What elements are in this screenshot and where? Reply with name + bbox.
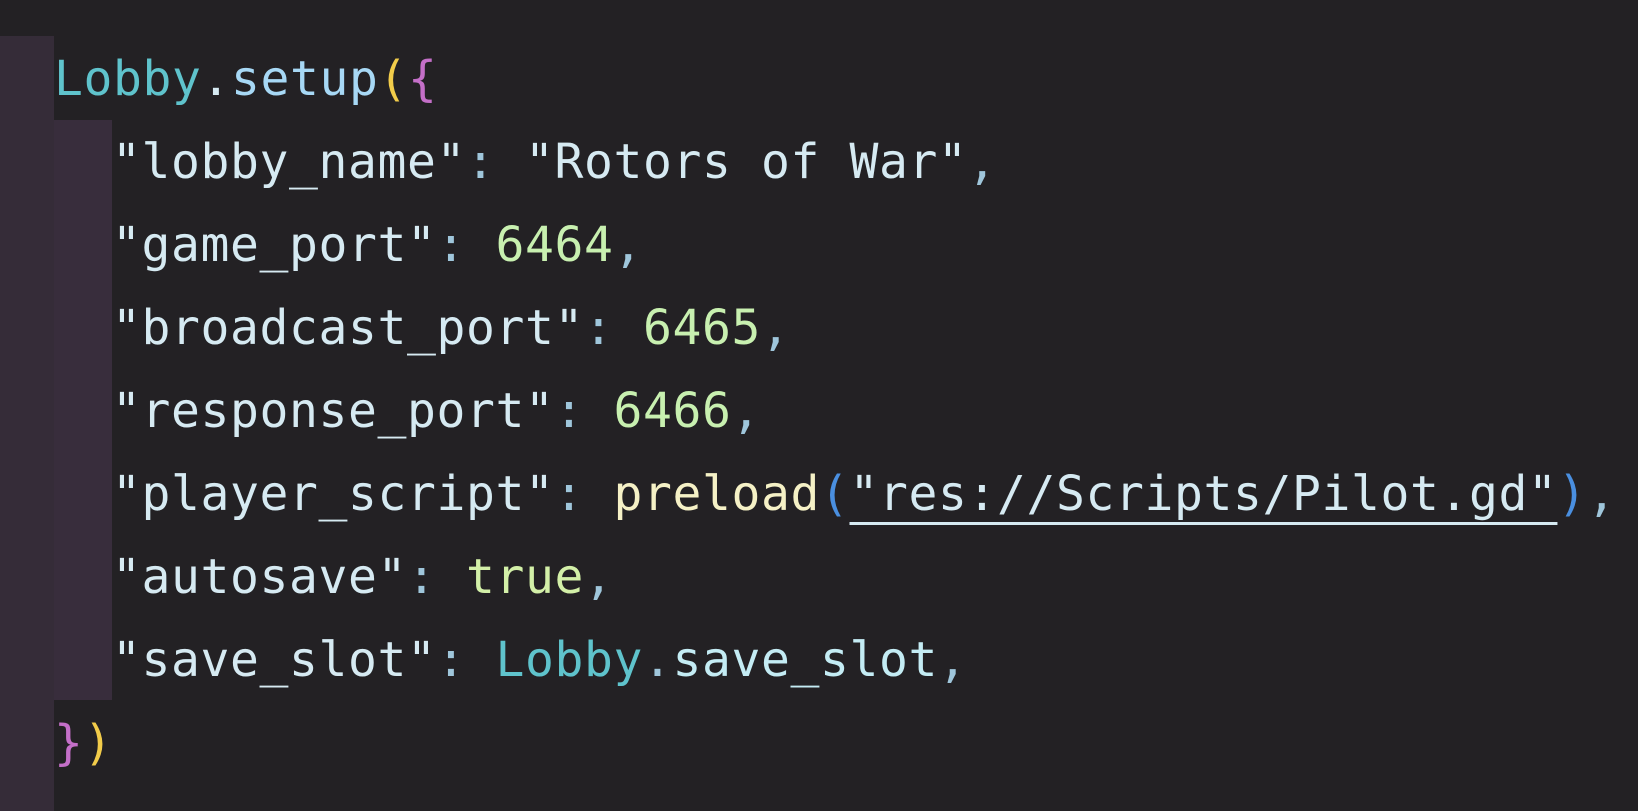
resource-path-link[interactable]: "res://Scripts/Pilot.gd" [849, 466, 1557, 522]
code-line-autosave[interactable]: "autosave": true, [112, 536, 613, 619]
open-brace-token: { [408, 51, 438, 107]
number-token: 6464 [495, 217, 614, 273]
comma-token: , [937, 632, 968, 688]
boolean-token: true [465, 549, 584, 605]
comma-token: , [731, 383, 761, 439]
close-paren-token: ) [83, 715, 113, 771]
colon-token: : [583, 300, 643, 356]
open-paren-token: ( [378, 51, 408, 107]
indent-guide [54, 120, 112, 700]
open-paren-token: ( [819, 466, 850, 522]
function-call-token: preload [613, 466, 820, 522]
number-token: 6465 [642, 300, 761, 356]
comma-token: , [1586, 466, 1617, 522]
colon-token: : [436, 217, 496, 273]
dot-token: . [201, 51, 231, 107]
code-line-broadcast-port[interactable]: "broadcast_port": 6465, [112, 287, 790, 370]
comma-token: , [967, 134, 997, 190]
class-token: Lobby [495, 632, 643, 688]
key-token: "player_script" [112, 466, 555, 522]
code-editor[interactable]: Lobby.setup({ "lobby_name": "Rotors of W… [0, 0, 1638, 811]
key-token: "lobby_name" [112, 134, 466, 190]
comma-token: , [613, 217, 643, 273]
dot-token: . [642, 632, 673, 688]
close-paren-token: ) [1557, 466, 1587, 522]
comma-token: , [583, 549, 614, 605]
comma-token: , [760, 300, 791, 356]
key-token: "game_port" [112, 217, 437, 273]
method-token: setup [231, 51, 379, 107]
close-brace-token: } [54, 715, 84, 771]
number-token: 6466 [613, 383, 732, 439]
colon-token: : [554, 466, 614, 522]
code-line-setup-call[interactable]: Lobby.setup({ [54, 38, 438, 121]
code-line-lobby-name[interactable]: "lobby_name": "Rotors of War", [112, 121, 997, 204]
string-token: "Rotors of War" [524, 134, 968, 190]
key-token: "save_slot" [112, 632, 437, 688]
class-token: Lobby [54, 51, 202, 107]
key-token: "autosave" [112, 549, 407, 605]
code-line-response-port[interactable]: "response_port": 6466, [112, 370, 761, 453]
colon-token: : [554, 383, 614, 439]
code-line-save-slot[interactable]: "save_slot": Lobby.save_slot, [112, 619, 967, 702]
key-token: "response_port" [112, 383, 555, 439]
code-line-close[interactable]: }) [54, 702, 113, 785]
code-line-game-port[interactable]: "game_port": 6464, [112, 204, 643, 287]
colon-token: : [465, 134, 525, 190]
property-token: save_slot [672, 632, 938, 688]
line-gutter [0, 36, 54, 811]
code-line-player-script[interactable]: "player_script": preload("res://Scripts/… [112, 453, 1616, 536]
colon-token: : [406, 549, 466, 605]
colon-token: : [436, 632, 496, 688]
key-token: "broadcast_port" [112, 300, 584, 356]
